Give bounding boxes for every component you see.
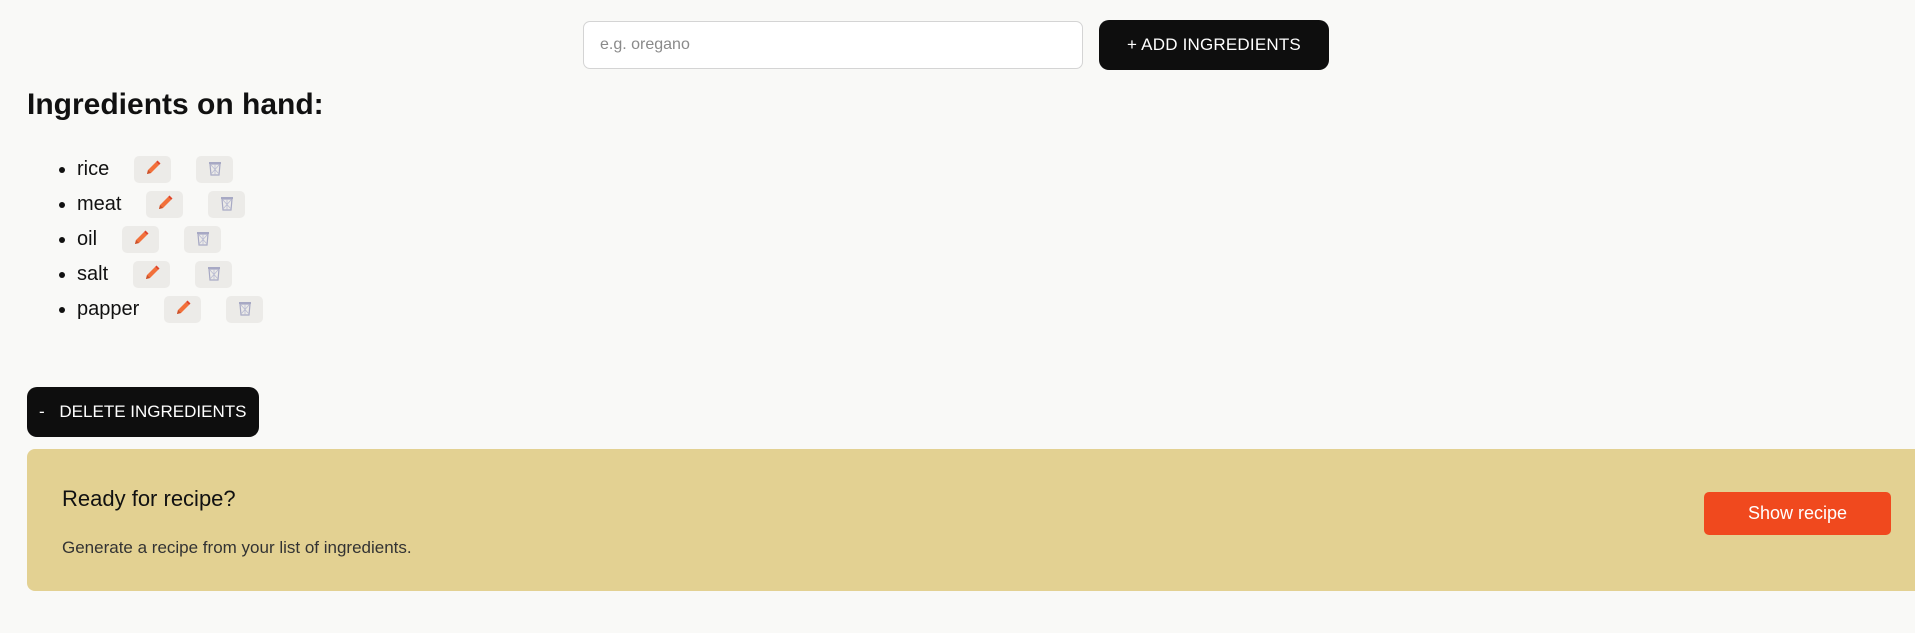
delete-ingredients-label: DELETE INGREDIENTS <box>59 402 247 421</box>
trash-icon <box>194 229 212 250</box>
pencil-icon <box>156 194 174 215</box>
show-recipe-button[interactable]: Show recipe <box>1704 492 1891 535</box>
ingredients-heading: Ingredients on hand: <box>27 88 324 121</box>
ingredient-item: rice <box>77 152 263 187</box>
edit-ingredient-button[interactable] <box>134 156 172 183</box>
pencil-icon <box>132 229 150 250</box>
recipe-card-title: Ready for recipe? <box>62 486 236 511</box>
edit-ingredient-button[interactable] <box>146 191 184 218</box>
ingredient-item: meat <box>77 187 263 222</box>
minus-symbol: - <box>39 402 45 421</box>
trash-icon <box>236 299 254 320</box>
pencil-icon <box>174 299 192 320</box>
ingredient-name: rice <box>77 158 110 180</box>
ingredient-input[interactable] <box>583 21 1083 69</box>
ingredient-item: salt <box>77 257 263 292</box>
ingredient-name: salt <box>77 263 109 285</box>
recipe-card: Ready for recipe? Generate a recipe from… <box>27 449 1915 591</box>
ingredient-item: oil <box>77 222 263 257</box>
ingredient-name: papper <box>77 298 140 320</box>
add-ingredients-label: ADD INGREDIENTS <box>1141 35 1301 54</box>
recipe-card-description: Generate a recipe from your list of ingr… <box>62 538 412 557</box>
add-ingredients-button[interactable]: + ADD INGREDIENTS <box>1099 20 1329 70</box>
edit-ingredient-button[interactable] <box>164 296 202 323</box>
trash-icon <box>218 194 236 215</box>
add-ingredient-form: + ADD INGREDIENTS <box>583 20 1329 70</box>
trash-icon <box>205 264 223 285</box>
edit-ingredient-button[interactable] <box>133 261 171 288</box>
delete-ingredient-button[interactable] <box>195 261 233 288</box>
ingredient-name: oil <box>77 228 98 250</box>
delete-ingredients-button[interactable]: - DELETE INGREDIENTS <box>27 387 259 437</box>
delete-ingredient-button[interactable] <box>184 226 222 253</box>
delete-ingredient-button[interactable] <box>196 156 234 183</box>
pencil-icon <box>143 264 161 285</box>
add-plus-symbol: + <box>1127 35 1138 54</box>
ingredients-list: rice <box>27 152 264 327</box>
trash-icon <box>206 159 224 180</box>
delete-ingredient-button[interactable] <box>226 296 264 323</box>
ingredient-item: papper <box>77 292 264 327</box>
ingredient-name: meat <box>77 193 122 215</box>
edit-ingredient-button[interactable] <box>122 226 160 253</box>
pencil-icon <box>144 159 162 180</box>
delete-ingredient-button[interactable] <box>208 191 246 218</box>
